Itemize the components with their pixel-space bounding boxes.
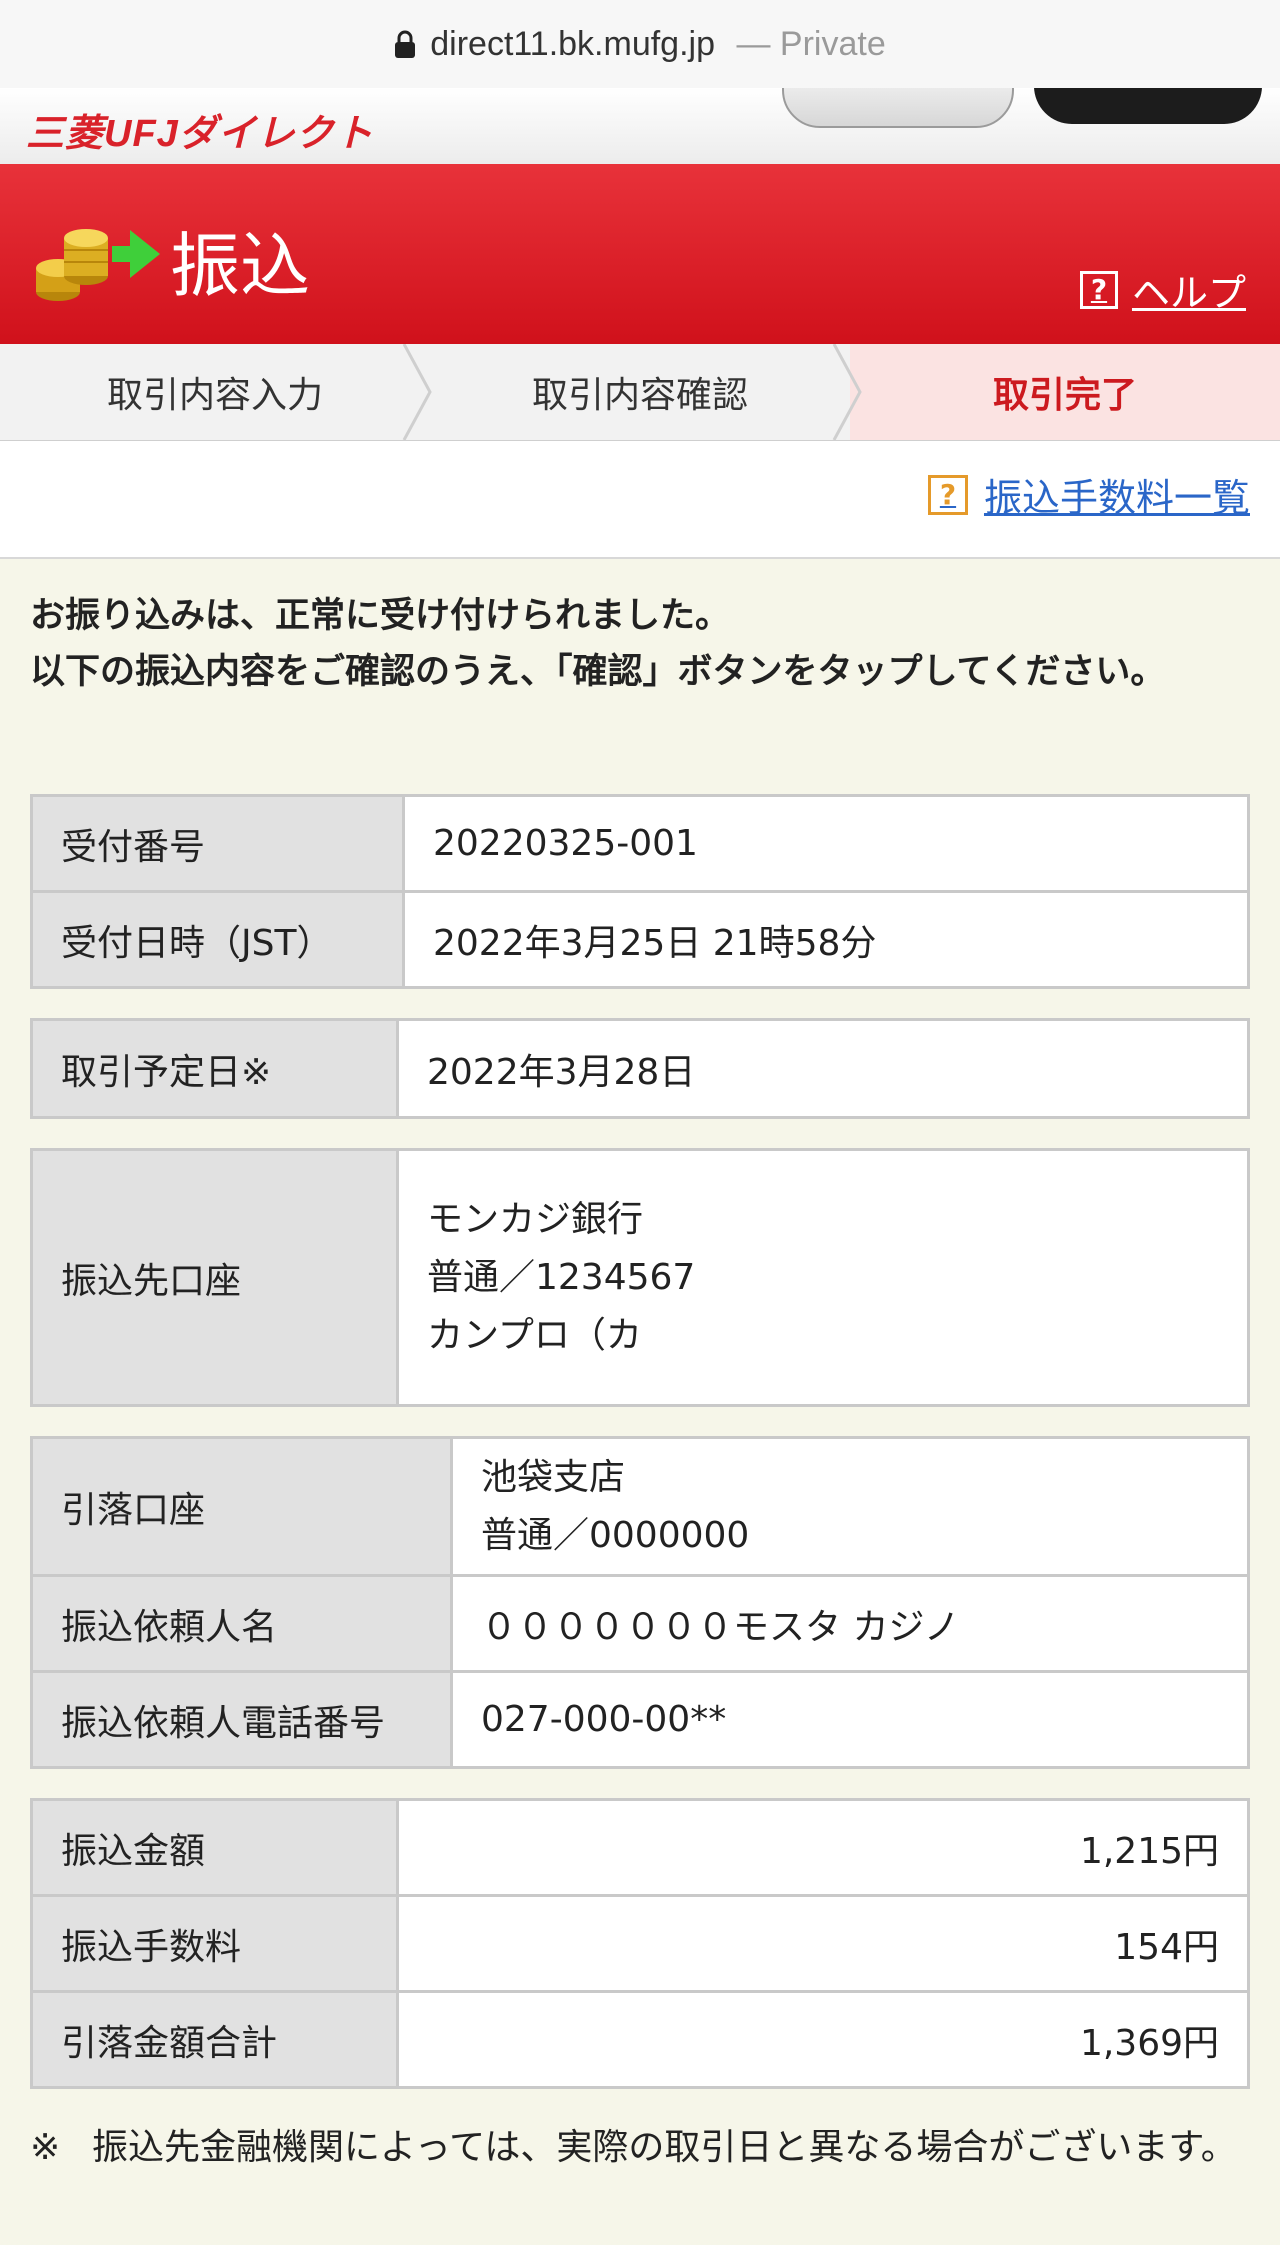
header-menu-button[interactable] bbox=[782, 88, 1014, 128]
destination-value: モンカジ銀行 普通／1234567 カンプロ（カ bbox=[396, 1148, 1250, 1407]
note-text: 振込先金融機関によっては、実際の取引日と異なる場合がございます。 bbox=[92, 2127, 1237, 2168]
requester-label: 振込依頼人名 bbox=[30, 1574, 453, 1673]
fee-link-row: ? 振込手数料一覧 bbox=[0, 441, 1280, 559]
receipt-table: 受付番号 20220325-001 受付日時（JST） 2022年3月25日 2… bbox=[30, 794, 1250, 989]
source-account-label: 引落口座 bbox=[30, 1436, 453, 1577]
receipt-datetime-value: 2022年3月25日 21時58分 bbox=[402, 890, 1250, 989]
message-line-2: 以下の振込内容をご確認のうえ、「確認」ボタンをタップしてください。 bbox=[30, 652, 1166, 692]
source-table: 引落口座 池袋支店 普通／0000000 振込依頼人名 ０００００００モスタ カ… bbox=[30, 1436, 1250, 1769]
schedule-value: 2022年3月28日 bbox=[396, 1018, 1250, 1119]
destination-account: 普通／1234567 bbox=[427, 1256, 696, 1298]
private-label: Private bbox=[779, 24, 886, 63]
logo-upper-fragment bbox=[26, 88, 356, 100]
total-label: 引落金額合計 bbox=[30, 1990, 399, 2089]
step-input: 取引内容入力 bbox=[106, 375, 323, 416]
site-header: 三菱UFJダイレクト bbox=[0, 88, 1280, 165]
fee-list-link[interactable]: ? 振込手数料一覧 bbox=[927, 467, 1250, 522]
step-confirm: 取引内容確認 bbox=[531, 375, 748, 416]
source-branch: 池袋支店 bbox=[481, 1456, 626, 1498]
url-text: direct11.bk.mufg.jp bbox=[430, 24, 715, 63]
page-banner: 振込 ? ヘルプ bbox=[0, 164, 1280, 344]
receipt-datetime-label: 受付日時（JST） bbox=[30, 890, 405, 989]
source-account: 普通／0000000 bbox=[481, 1514, 750, 1556]
page-title: 振込 bbox=[170, 225, 310, 307]
step-chevron-1 bbox=[402, 344, 432, 440]
fee-list-label: 振込手数料一覧 bbox=[983, 476, 1250, 520]
schedule-table: 取引予定日※ 2022年3月28日 bbox=[30, 1018, 1250, 1119]
requester-value: ０００００００モスタ カジノ bbox=[450, 1574, 1250, 1673]
lock-icon bbox=[394, 29, 416, 59]
message-line-1: お振り込みは、正常に受け付けられました。 bbox=[30, 596, 731, 636]
fee-value: 154円 bbox=[396, 1894, 1250, 1993]
fee-question-icon: ? bbox=[927, 474, 968, 515]
schedule-label: 取引予定日※ bbox=[30, 1018, 399, 1119]
transfer-amount-label: 振込金額 bbox=[30, 1798, 399, 1897]
table-row: 引落金額合計 1,369円 bbox=[30, 1990, 1250, 2089]
destination-holder: カンプロ（カ bbox=[427, 1314, 642, 1356]
table-row: 振込手数料 154円 bbox=[30, 1894, 1250, 1993]
destination-label: 振込先口座 bbox=[30, 1148, 399, 1407]
footnote: ※ 振込先金融機関によっては、実際の取引日と異なる場合がございます。 bbox=[30, 2120, 1250, 2176]
receipt-number-label: 受付番号 bbox=[30, 794, 405, 893]
step-chevron-2 bbox=[830, 344, 862, 440]
table-row: 受付日時（JST） 2022年3月25日 21時58分 bbox=[30, 890, 1250, 989]
table-row: 振込先口座 モンカジ銀行 普通／1234567 カンプロ（カ bbox=[30, 1148, 1250, 1407]
site-logo[interactable]: 三菱UFJダイレクト bbox=[26, 102, 374, 157]
receipt-number-value: 20220325-001 bbox=[402, 794, 1250, 893]
header-logout-button[interactable] bbox=[1034, 88, 1262, 124]
coins-transfer-icon bbox=[34, 212, 160, 312]
step-complete: 取引完了 bbox=[850, 344, 1280, 440]
table-row: 振込金額 1,215円 bbox=[30, 1798, 1250, 1897]
fee-label: 振込手数料 bbox=[30, 1894, 399, 1993]
total-value: 1,369円 bbox=[396, 1990, 1250, 2089]
phone-label: 振込依頼人電話番号 bbox=[30, 1670, 453, 1769]
url-separator: — bbox=[736, 24, 771, 63]
transfer-amount-value: 1,215円 bbox=[396, 1798, 1250, 1897]
source-account-value: 池袋支店 普通／0000000 bbox=[450, 1436, 1250, 1577]
table-row: 受付番号 20220325-001 bbox=[30, 794, 1250, 893]
table-row: 取引予定日※ 2022年3月28日 bbox=[30, 1018, 1250, 1119]
progress-steps: 取引内容入力 取引内容確認 取引完了 bbox=[0, 344, 1280, 441]
table-row: 引落口座 池袋支店 普通／0000000 bbox=[30, 1436, 1250, 1577]
phone-value: 027-000-00** bbox=[450, 1670, 1250, 1769]
note-mark: ※ bbox=[30, 2127, 61, 2168]
table-row: 振込依頼人電話番号 027-000-00** bbox=[30, 1670, 1250, 1769]
table-row: 振込依頼人名 ０００００００モスタ カジノ bbox=[30, 1574, 1250, 1673]
help-link[interactable]: ? ヘルプ bbox=[1079, 262, 1246, 317]
help-label: ヘルプ bbox=[1131, 271, 1246, 315]
help-question-icon: ? bbox=[1079, 270, 1118, 309]
browser-url-bar[interactable]: direct11.bk.mufg.jp — Private bbox=[0, 0, 1280, 89]
completion-message: お振り込みは、正常に受け付けられました。 以下の振込内容をご確認のうえ、「確認」… bbox=[30, 588, 1250, 700]
destination-table: 振込先口座 モンカジ銀行 普通／1234567 カンプロ（カ bbox=[30, 1148, 1250, 1407]
amounts-table: 振込金額 1,215円 振込手数料 154円 引落金額合計 1,369円 bbox=[30, 1798, 1250, 2089]
destination-bank: モンカジ銀行 bbox=[427, 1198, 644, 1240]
